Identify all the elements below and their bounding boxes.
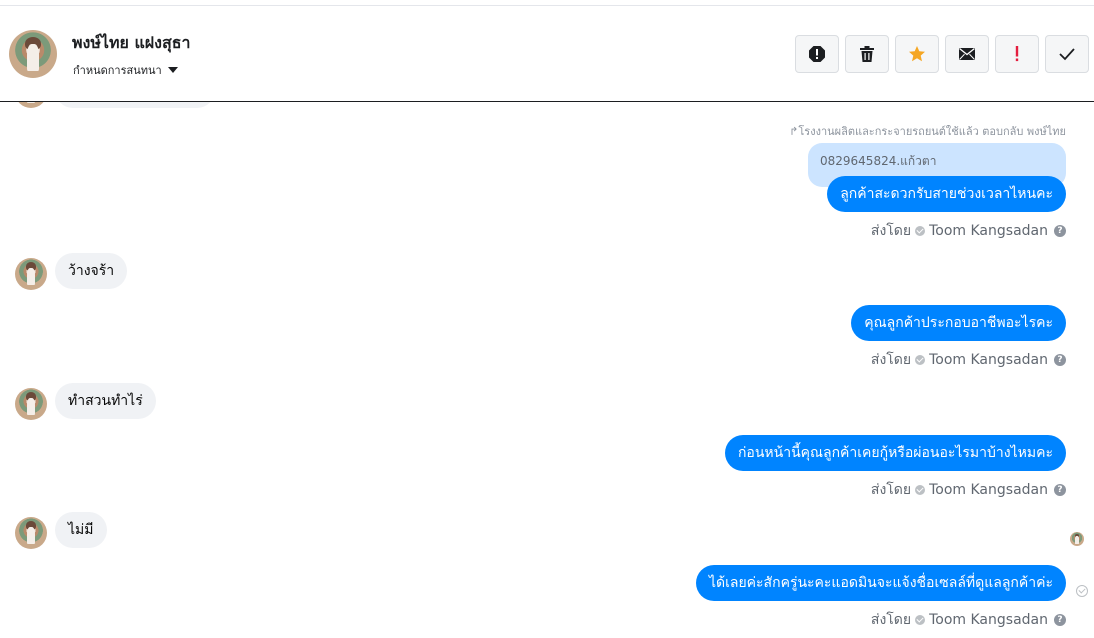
message-bubble-outgoing[interactable]: ลูกค้าสะดวกรับสายช่วงเวลาไหนคะ [827,176,1066,212]
seen-by-avatar [1070,532,1084,546]
conversation-options-label: กำหนดการสนทนา [73,64,162,77]
caret-down-icon [167,67,178,73]
reply-arrow-icon: ↱ [789,125,799,138]
message-thread[interactable]: ↱โรงงานผลิตและกระจายรถยนต์ใช้แล้ว ตอบกลั… [0,102,1094,638]
verified-check-icon [915,485,926,495]
conversation-options-dropdown[interactable]: กำหนดการสนทนา [73,61,178,79]
contact-name[interactable]: พงษ์ไทย แฝงสุธา [72,31,190,56]
help-icon[interactable]: ? [1054,614,1066,626]
delivered-status-icon [1076,585,1088,597]
report-icon [809,46,825,62]
verified-check-icon [915,355,926,365]
sent-by-label: ส่งโดย [870,223,912,239]
star-button[interactable] [895,35,939,73]
contact-avatar-small[interactable] [15,388,47,420]
sender-name[interactable]: Toom Kangsadan [929,612,1048,628]
sent-by-label: ส่งโดย [870,352,912,368]
trash-icon [860,46,874,62]
important-button[interactable] [995,35,1039,73]
contact-avatar-small [15,102,47,108]
report-button[interactable] [795,35,839,73]
header-actions [795,35,1089,73]
sent-by-line: ส่งโดย Toom Kangsadan ? [871,609,1066,631]
sent-by-line: ส่งโดย Toom Kangsadan ? [871,479,1066,501]
contact-avatar-small[interactable] [15,517,47,549]
verified-check-icon [915,615,926,625]
verified-check-icon [915,226,926,236]
message-bubble-incoming[interactable]: ว้างจร้า [55,253,128,289]
check-icon [1059,48,1075,61]
message-bubble-outgoing[interactable]: ได้เลยค่ะสักครู่นะคะแอดมินจะแจ้งชื่อเซลล… [695,565,1066,601]
sender-name[interactable]: Toom Kangsadan [929,352,1048,368]
message-bubble-outgoing[interactable]: ก่อนหน้านี้คุณลูกค้าเคยกู้หรือผ่อนอะไรมา… [724,435,1066,471]
message-bubble-incoming[interactable]: ทำสวนทำไร่ [55,383,156,419]
contact-avatar-small[interactable] [15,258,47,290]
sender-name[interactable]: Toom Kangsadan [929,482,1048,498]
reply-context-note: ↱โรงงานผลิตและกระจายรถยนต์ใช้แล้ว ตอบกลั… [789,125,1066,138]
message-bubble-outgoing[interactable]: คุณลูกค้าประกอบอาชีพอะไรคะ [851,305,1066,341]
message-bubble-incoming-partial [55,102,215,108]
sent-by-label: ส่งโดย [870,482,912,498]
star-icon [909,46,925,62]
sent-by-line: ส่งโดย Toom Kangsadan ? [871,349,1066,371]
sender-name[interactable]: Toom Kangsadan [929,223,1048,239]
help-icon[interactable]: ? [1054,225,1066,237]
delete-button[interactable] [845,35,889,73]
sent-by-line: ส่งโดย Toom Kangsadan ? [871,220,1066,242]
contact-avatar[interactable] [9,30,57,78]
message-bubble-incoming[interactable]: ไม่มี [55,512,107,548]
mark-unread-button[interactable] [945,35,989,73]
conversation-header: พงษ์ไทย แฝงสุธา กำหนดการสนทนา [0,6,1094,102]
mark-done-button[interactable] [1045,35,1089,73]
sent-by-label: ส่งโดย [870,612,912,628]
important-icon [1015,46,1019,62]
help-icon[interactable]: ? [1054,484,1066,496]
envelope-icon [959,47,975,60]
help-icon[interactable]: ? [1054,354,1066,366]
